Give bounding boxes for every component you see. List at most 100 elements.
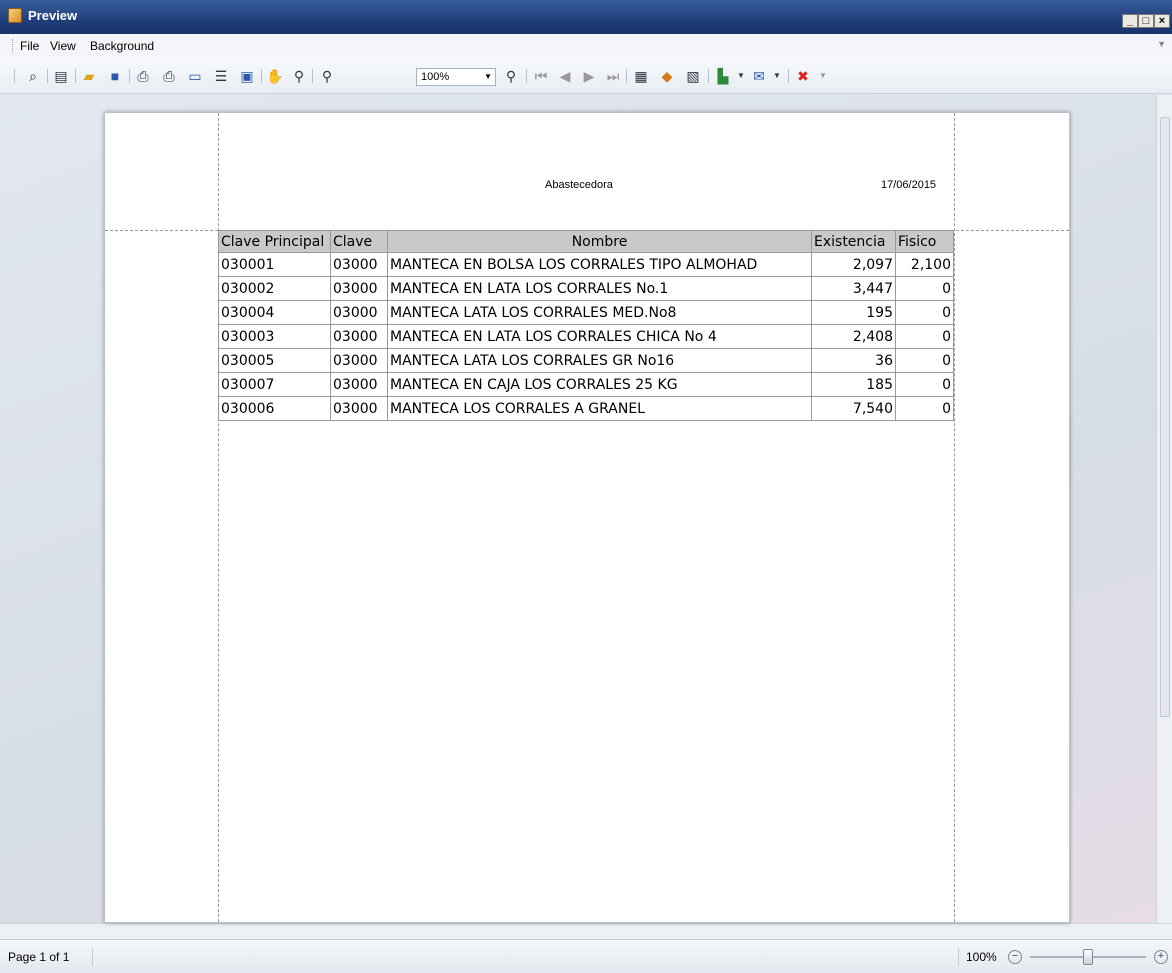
zoom-value: 100% xyxy=(421,71,450,83)
save-icon[interactable]: ■ xyxy=(106,67,124,85)
cell-existencia: 3,447 xyxy=(811,276,896,301)
zoom-combo[interactable]: 100% ▼ xyxy=(416,68,496,86)
hand-tool-icon[interactable]: ✋ xyxy=(266,67,284,85)
table-row: 030005 03000 MANTECA LATA LOS CORRALES G… xyxy=(218,348,954,373)
last-page-icon[interactable]: ⏭ xyxy=(604,67,622,85)
close-button[interactable]: × xyxy=(1154,14,1170,28)
cell-clave: 03000 xyxy=(330,276,388,301)
cell-clave: 03000 xyxy=(330,300,388,325)
chevron-down-icon[interactable]: ▼ xyxy=(768,67,786,85)
cell-clave: 03000 xyxy=(330,324,388,349)
first-page-icon[interactable]: ⏮ xyxy=(532,67,550,85)
cell-existencia: 7,540 xyxy=(811,396,896,421)
chevron-down-icon[interactable]: ▼ xyxy=(732,67,750,85)
chevron-down-icon: ▼ xyxy=(819,71,827,80)
report-page: Abastecedora 17/06/2015 Clave Principal … xyxy=(104,112,1070,923)
toolbar: ⌕ ▤ ▰ ■ ⎙ ⎙ ▭ ☰ ▣ ✋ ⚲ ⚲ 100% ▼ ⚲ ⏮ ◀ ▶ ⏭… xyxy=(0,58,1172,94)
table-row: 030004 03000 MANTECA LATA LOS CORRALES M… xyxy=(218,300,954,325)
maximize-button[interactable]: □ xyxy=(1138,14,1154,28)
cell-clave-principal: 030002 xyxy=(218,276,331,301)
table-row: 030006 03000 MANTECA LOS CORRALES A GRAN… xyxy=(218,396,954,421)
cell-existencia: 36 xyxy=(811,348,896,373)
cell-fisico: 0 xyxy=(895,276,954,301)
chevron-down-icon: ▼ xyxy=(484,72,492,81)
report-date: 17/06/2015 xyxy=(881,179,937,191)
print-icon[interactable]: ⎙ xyxy=(134,67,152,85)
table-row: 030001 03000 MANTECA EN BOLSA LOS CORRAL… xyxy=(218,252,954,277)
email-icon[interactable]: ✉ xyxy=(750,67,768,85)
window-title: Preview xyxy=(28,8,78,23)
table-row: 030002 03000 MANTECA EN LATA LOS CORRALE… xyxy=(218,276,954,301)
status-bar: Page 1 of 1 100% − + xyxy=(0,939,1172,973)
cell-clave-principal: 030001 xyxy=(218,252,331,277)
minimize-button[interactable]: _ xyxy=(1122,14,1138,28)
report-company: Abastecedora xyxy=(545,179,613,191)
cell-clave: 03000 xyxy=(330,252,388,277)
cell-fisico: 2,100 xyxy=(895,252,954,277)
cell-fisico: 0 xyxy=(895,324,954,349)
scrollbar-thumb[interactable] xyxy=(1160,117,1170,717)
column-header: Clave xyxy=(330,230,388,253)
menu-file[interactable]: File xyxy=(20,39,39,53)
cell-nombre: MANTECA LATA LOS CORRALES GR No16 xyxy=(387,348,812,373)
cell-clave: 03000 xyxy=(330,372,388,397)
quick-print-icon[interactable]: ⎙ xyxy=(160,67,178,85)
cell-fisico: 0 xyxy=(895,348,954,373)
column-header: Clave Principal xyxy=(218,230,331,253)
watermark-icon[interactable]: ▧ xyxy=(684,67,702,85)
cell-clave: 03000 xyxy=(330,348,388,373)
cell-fisico: 0 xyxy=(895,372,954,397)
vertical-scrollbar[interactable] xyxy=(1156,95,1172,923)
magnifier-icon[interactable]: ⚲ xyxy=(290,67,308,85)
zoom-in-icon[interactable]: ⚲ xyxy=(502,67,520,85)
parameters-icon[interactable]: ▤ xyxy=(52,67,70,85)
cell-existencia: 2,408 xyxy=(811,324,896,349)
chevron-down-icon[interactable]: ▼ xyxy=(1157,39,1166,49)
previous-page-icon[interactable]: ◀ xyxy=(556,67,574,85)
cell-clave-principal: 030007 xyxy=(218,372,331,397)
header-footer-icon[interactable]: ☰ xyxy=(212,67,230,85)
page-setup-icon[interactable]: ▭ xyxy=(186,67,204,85)
column-header: Fisico xyxy=(895,230,954,253)
cell-existencia: 185 xyxy=(811,372,896,397)
menu-background[interactable]: Background xyxy=(90,39,154,53)
menu-view[interactable]: View xyxy=(50,39,76,53)
cell-clave-principal: 030003 xyxy=(218,324,331,349)
cell-nombre: MANTECA LATA LOS CORRALES MED.No8 xyxy=(387,300,812,325)
scale-icon[interactable]: ▣ xyxy=(238,67,256,85)
app-icon xyxy=(8,8,22,23)
multiple-pages-icon[interactable]: ▦ xyxy=(632,67,650,85)
open-icon[interactable]: ▰ xyxy=(80,67,98,85)
zoom-plus-icon[interactable]: + xyxy=(1154,950,1168,964)
zoom-level: 100% xyxy=(966,950,997,964)
cell-clave-principal: 030005 xyxy=(218,348,331,373)
menu-bar: File View Background ▼ xyxy=(0,34,1172,58)
table-row: 030003 03000 MANTECA EN LATA LOS CORRALE… xyxy=(218,324,954,349)
cell-clave: 03000 xyxy=(330,396,388,421)
cell-nombre: MANTECA LOS CORRALES A GRANEL xyxy=(387,396,812,421)
cell-nombre: MANTECA EN LATA LOS CORRALES CHICA No 4 xyxy=(387,324,812,349)
column-header: Existencia xyxy=(811,230,896,253)
menu-grip xyxy=(12,39,14,53)
export-icon[interactable]: ▙ xyxy=(714,67,732,85)
zoom-out-icon[interactable]: ⚲ xyxy=(318,67,336,85)
column-header: Nombre xyxy=(387,230,812,253)
cell-existencia: 195 xyxy=(811,300,896,325)
cell-nombre: MANTECA EN CAJA LOS CORRALES 25 KG xyxy=(387,372,812,397)
cell-fisico: 0 xyxy=(895,300,954,325)
close-preview-icon[interactable]: ✖ xyxy=(794,67,812,85)
horizontal-scrollbar[interactable] xyxy=(0,923,1172,939)
table-row: 030007 03000 MANTECA EN CAJA LOS CORRALE… xyxy=(218,372,954,397)
title-bar: Preview _ □ × xyxy=(0,0,1172,34)
zoom-minus-icon[interactable]: − xyxy=(1008,950,1022,964)
color-icon[interactable]: ◆ xyxy=(658,67,676,85)
zoom-slider-thumb[interactable] xyxy=(1083,949,1093,965)
cell-nombre: MANTECA EN LATA LOS CORRALES No.1 xyxy=(387,276,812,301)
margin-guide xyxy=(954,113,955,922)
next-page-icon[interactable]: ▶ xyxy=(580,67,598,85)
cell-fisico: 0 xyxy=(895,396,954,421)
find-icon[interactable]: ⌕ xyxy=(24,67,42,85)
table-header-row: Clave Principal Clave Nombre Existencia … xyxy=(218,230,954,253)
cell-clave-principal: 030006 xyxy=(218,396,331,421)
inventory-table: Clave Principal Clave Nombre Existencia … xyxy=(218,230,954,421)
